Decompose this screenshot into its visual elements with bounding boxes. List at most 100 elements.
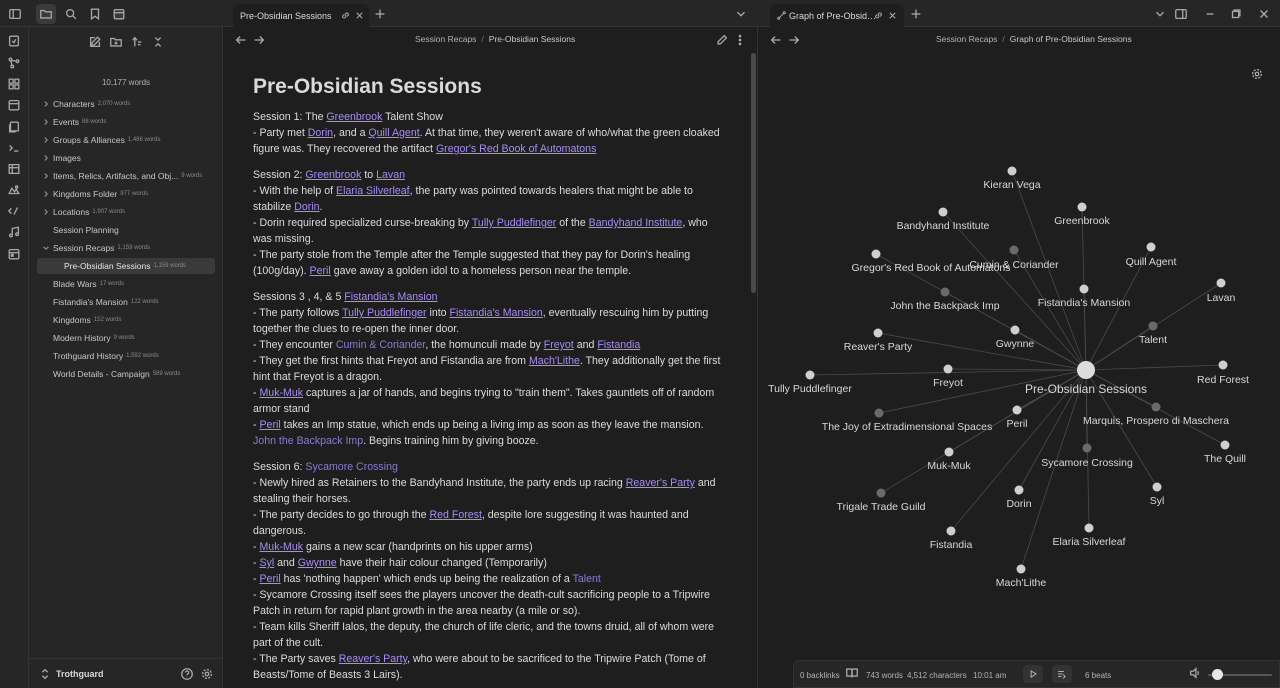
- tab-note[interactable]: Pre-Obsidian Sessions: [233, 4, 369, 27]
- graph-node[interactable]: [1152, 482, 1162, 492]
- folder-items-relics[interactable]: Items, Relics, Artifacts, and Obj... 9 wo…: [44, 168, 202, 184]
- graph-node[interactable]: [805, 370, 815, 380]
- graph-node[interactable]: [1014, 485, 1024, 495]
- link-dorin[interactable]: Dorin: [294, 201, 319, 213]
- new-tab-icon[interactable]: [372, 6, 388, 22]
- toggle-left-sidebar-icon[interactable]: [7, 6, 23, 22]
- sheet-icon[interactable]: [6, 161, 22, 177]
- file-kingdoms[interactable]: Kingdoms 152 words: [53, 312, 122, 328]
- graph-node[interactable]: [1151, 402, 1161, 412]
- link-bandyhand-institute[interactable]: Bandyhand Institute: [589, 217, 683, 229]
- help-icon[interactable]: [179, 666, 195, 682]
- link-muk-muk[interactable]: Muk-Muk: [259, 387, 303, 399]
- percent-code-icon[interactable]: [6, 203, 22, 219]
- bookmark-icon[interactable]: [87, 6, 103, 22]
- new-note-icon[interactable]: [87, 34, 103, 50]
- collapse-all-icon[interactable]: [150, 34, 166, 50]
- settings-gear-icon[interactable]: [199, 666, 215, 682]
- link-reavers-party[interactable]: Reaver's Party: [626, 477, 695, 489]
- link-elaria-silverleaf[interactable]: Elaria Silverleaf: [336, 185, 410, 197]
- link-fistandias-mansion[interactable]: Fistandia's Mansion: [449, 307, 542, 319]
- vault-name[interactable]: Trothguard: [56, 669, 104, 679]
- graph-node[interactable]: [1148, 321, 1158, 331]
- file-session-planning[interactable]: Session Planning: [53, 222, 122, 238]
- playlist-button[interactable]: [1052, 665, 1072, 683]
- new-tab-icon[interactable]: [908, 6, 924, 22]
- folder-images[interactable]: Images: [44, 150, 84, 166]
- graph-node[interactable]: [1218, 360, 1228, 370]
- more-options-icon[interactable]: [732, 32, 748, 48]
- templates-icon[interactable]: [6, 119, 22, 135]
- tab-list-chevron-icon[interactable]: [733, 6, 749, 22]
- graph-node[interactable]: [946, 526, 956, 536]
- toggle-right-sidebar-icon[interactable]: [1173, 6, 1189, 22]
- graph-node[interactable]: [940, 287, 950, 297]
- file-explorer-icon[interactable]: [36, 4, 56, 24]
- link-lavan[interactable]: Lavan: [376, 169, 405, 181]
- file-blade-wars[interactable]: Blade Wars 17 words: [53, 276, 124, 292]
- forward-arrow-icon[interactable]: [251, 32, 267, 48]
- folder-kingdoms[interactable]: Kingdoms Folder 977 words: [44, 186, 148, 202]
- graph-node[interactable]: [944, 447, 954, 457]
- music-icon[interactable]: [6, 224, 22, 240]
- link-fistandia[interactable]: Fistandia: [597, 339, 640, 351]
- volume-icon[interactable]: [1188, 666, 1202, 680]
- graph-node[interactable]: [871, 249, 881, 259]
- canvas-icon[interactable]: [6, 76, 22, 92]
- folder-session-recaps[interactable]: Session Recaps 1,159 words: [43, 240, 150, 256]
- close-tab-icon[interactable]: [886, 10, 898, 22]
- file-world-details[interactable]: World Details - Campaign 589 words: [53, 366, 180, 382]
- close-window-icon[interactable]: [1256, 6, 1272, 22]
- link-peril[interactable]: Peril: [259, 573, 280, 585]
- link-freyot[interactable]: Freyot: [544, 339, 574, 351]
- graph-node[interactable]: [874, 408, 884, 418]
- graph-node[interactable]: [873, 328, 883, 338]
- breadcrumb-parent[interactable]: Session Recaps: [415, 34, 476, 44]
- file-trothguard-history[interactable]: Trothguard History 1,592 words: [53, 348, 159, 364]
- file-fistandias-mansion[interactable]: Fistandia's Mansion 122 words: [53, 294, 159, 310]
- note-content[interactable]: Pre-Obsidian Sessions Session 1: The Gre…: [253, 74, 723, 688]
- graph-node[interactable]: [1009, 245, 1019, 255]
- link-greenbrook[interactable]: Greenbrook: [305, 169, 361, 181]
- link-muk-muk[interactable]: Muk-Muk: [259, 541, 303, 553]
- graph-node[interactable]: [1216, 278, 1226, 288]
- calendar-view-icon[interactable]: [111, 6, 127, 22]
- edit-pencil-icon[interactable]: [714, 32, 730, 48]
- graph-node[interactable]: [1010, 325, 1020, 335]
- breadcrumb-current[interactable]: Pre-Obsidian Sessions: [489, 34, 575, 44]
- new-folder-icon[interactable]: [108, 34, 124, 50]
- restore-window-icon[interactable]: [1228, 6, 1244, 22]
- open-quick-switcher-icon[interactable]: [6, 33, 22, 49]
- tab-graph[interactable]: Graph of Pre-Obsid…: [770, 4, 904, 27]
- calendar-icon[interactable]: [6, 246, 22, 262]
- search-icon[interactable]: [63, 6, 79, 22]
- link-mach-lithe[interactable]: Mach'Lithe: [529, 355, 580, 367]
- play-button[interactable]: [1023, 665, 1043, 683]
- folder-groups-alliances[interactable]: Groups & Alliances 1,486 words: [44, 132, 161, 148]
- folder-locations[interactable]: Locations 1,907 words: [44, 204, 125, 220]
- graph-node[interactable]: [1012, 405, 1022, 415]
- graph-node[interactable]: [1146, 242, 1156, 252]
- graph-node[interactable]: [938, 207, 948, 217]
- vault-switcher-icon[interactable]: [37, 666, 53, 682]
- tab-list-chevron-icon[interactable]: [1152, 6, 1168, 22]
- link-reavers-party[interactable]: Reaver's Party: [339, 653, 407, 665]
- sort-icon[interactable]: [129, 34, 145, 50]
- link-fistandias-mansion[interactable]: Fistandia's Mansion: [344, 291, 437, 303]
- unresolved-link-cumin-coriander[interactable]: Cumin & Coriander: [336, 339, 426, 351]
- backlinks-count[interactable]: 0 backlinks: [800, 671, 840, 680]
- link-peril[interactable]: Peril: [259, 419, 280, 431]
- graph-view-icon[interactable]: [6, 55, 22, 71]
- graph-node[interactable]: [1084, 523, 1094, 533]
- file-modern-history[interactable]: Modern History 9 words: [53, 330, 135, 346]
- link-greenbrook[interactable]: Greenbrook: [326, 111, 382, 123]
- link-tully-puddlefinger[interactable]: Tully Puddlefinger: [342, 307, 426, 319]
- link-syl[interactable]: Syl: [259, 557, 274, 569]
- daily-note-icon[interactable]: [6, 97, 22, 113]
- graph-node[interactable]: [876, 488, 886, 498]
- graph-node[interactable]: [1007, 166, 1017, 176]
- close-tab-icon[interactable]: [353, 10, 365, 22]
- graph-node[interactable]: [1079, 284, 1089, 294]
- folder-characters[interactable]: Characters 2,070 words: [44, 96, 130, 112]
- map-icon[interactable]: [6, 182, 22, 198]
